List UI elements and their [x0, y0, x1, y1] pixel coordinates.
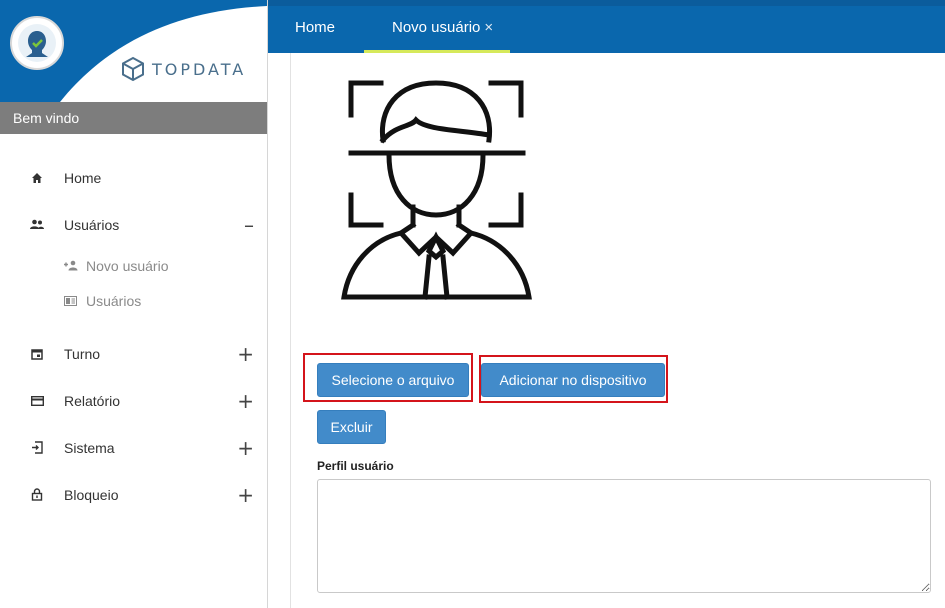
sidebar: TOPDATA Bem vindo Home Usuários – Novo u…: [0, 0, 268, 608]
sidebar-item-label: Home: [64, 169, 102, 186]
brand-logo: TOPDATA: [120, 56, 246, 82]
sidebar-item-label: Turno: [64, 345, 101, 362]
home-icon: [30, 171, 44, 185]
tab-novo-usuario[interactable]: Novo usuário ×: [364, 6, 510, 53]
avatar[interactable]: [10, 16, 64, 70]
tab-bar: Home Novo usuário ×: [268, 0, 945, 53]
calendar-icon: [30, 347, 44, 361]
tab-home[interactable]: Home: [295, 6, 335, 53]
sidebar-item-bloqueio[interactable]: Bloqueio +: [0, 471, 267, 518]
tab-label: Novo usuário: [392, 19, 481, 36]
sidebar-header: TOPDATA Bem vindo: [0, 0, 267, 134]
topdata-cube-icon: [122, 56, 144, 82]
sidebar-subitem-label: Usuários: [86, 292, 142, 309]
id-card-icon: [64, 295, 78, 307]
sidebar-item-home[interactable]: Home: [0, 154, 267, 201]
welcome-bar: Bem vindo: [0, 102, 267, 134]
profile-textarea[interactable]: [317, 479, 931, 593]
expand-toggle[interactable]: +: [237, 391, 254, 411]
expand-toggle[interactable]: +: [237, 485, 254, 505]
users-icon: [30, 218, 44, 232]
profile-label: Perfil usuário: [317, 459, 394, 473]
sidebar-item-label: Sistema: [64, 439, 115, 456]
lock-icon: [30, 488, 44, 502]
sidebar-item-relatorio[interactable]: Relatório +: [0, 377, 267, 424]
sidebar-item-turno[interactable]: Turno +: [0, 330, 267, 377]
sidebar-nav: Home Usuários – Novo usuário Usuários Tu…: [0, 154, 267, 518]
user-face-icon: [18, 24, 56, 62]
sidebar-item-label: Relatório: [64, 392, 121, 409]
tab-label: Home: [295, 19, 336, 36]
delete-button[interactable]: Excluir: [317, 410, 386, 444]
welcome-text: Bem vindo: [13, 110, 80, 126]
report-icon: [30, 394, 44, 408]
user-add-icon: [64, 260, 78, 272]
sidebar-subitem-label: Novo usuário: [86, 257, 169, 274]
select-file-button[interactable]: Selecione o arquivo: [317, 363, 469, 397]
sidebar-item-label: Usuários: [64, 216, 120, 233]
add-to-device-button[interactable]: Adicionar no dispositivo: [481, 363, 665, 397]
main-content: Selecione o arquivo Adicionar no disposi…: [290, 53, 945, 608]
collapse-toggle[interactable]: –: [244, 215, 254, 235]
expand-toggle[interactable]: +: [237, 344, 254, 364]
face-recognition-icon: [341, 80, 532, 300]
sidebar-item-sistema[interactable]: Sistema +: [0, 424, 267, 471]
close-icon[interactable]: ×: [484, 19, 493, 36]
sidebar-item-usuarios[interactable]: Usuários –: [0, 201, 267, 248]
expand-toggle[interactable]: +: [237, 438, 254, 458]
sidebar-item-label: Bloqueio: [64, 486, 119, 503]
brand-name: TOPDATA: [152, 59, 247, 79]
sidebar-subitem-novo-usuario[interactable]: Novo usuário: [0, 248, 267, 283]
system-icon: [30, 441, 44, 455]
sidebar-subitem-usuarios[interactable]: Usuários: [0, 283, 267, 318]
